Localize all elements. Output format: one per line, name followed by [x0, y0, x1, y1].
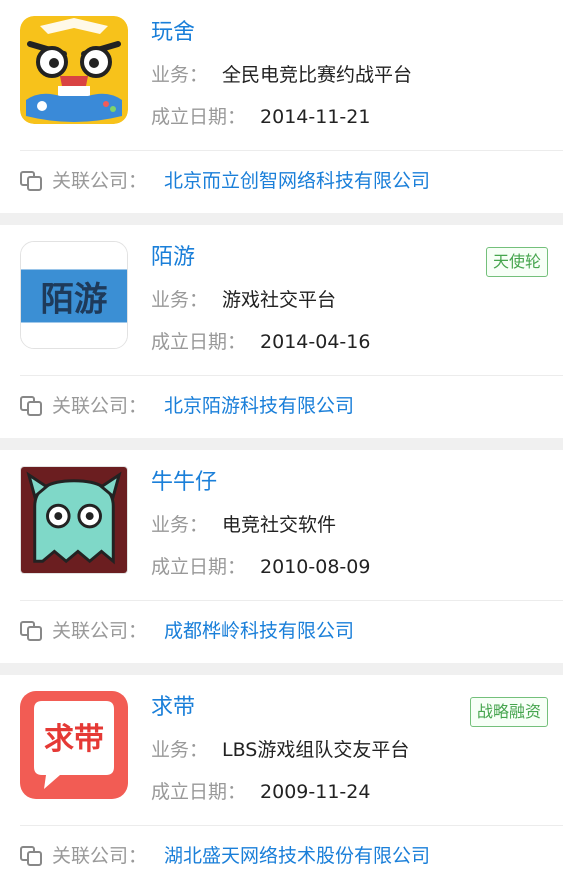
- company-name[interactable]: 陌游: [151, 243, 195, 273]
- related-company-link[interactable]: 北京而立创智网络科技有限公司: [164, 168, 430, 194]
- company-logo[interactable]: [20, 466, 128, 574]
- link-icon: [20, 846, 42, 866]
- link-icon: [20, 621, 42, 641]
- founded-value: 2009-11-24: [260, 781, 371, 803]
- company-list: 玩舍 业务： 全民电竞比赛约战平台 成立日期： 2014-11-21 关联公司： 北…: [0, 0, 563, 886]
- founded-row: 成立日期： 2014-11-21: [151, 104, 370, 130]
- speech-bubble-logo: 求带: [20, 691, 128, 799]
- related-company-row[interactable]: 关联公司： 北京而立创智网络科技有限公司: [0, 151, 563, 213]
- related-company-link[interactable]: 北京陌游科技有限公司: [164, 393, 354, 419]
- section-gap: [0, 438, 563, 450]
- moyou-text-logo: 陌游: [21, 242, 127, 348]
- business-row: 业务： 全民电竞比赛约战平台: [151, 62, 412, 88]
- company-name[interactable]: 求带: [151, 693, 195, 723]
- company-logo[interactable]: [20, 16, 128, 124]
- company-logo[interactable]: 陌游: [20, 241, 128, 349]
- related-label: 关联公司：: [52, 395, 148, 417]
- business-value: LBS游戏组队交友平台: [222, 739, 410, 761]
- business-row: 业务： 游戏社交平台: [151, 287, 336, 313]
- section-gap: [0, 663, 563, 675]
- founded-label: 成立日期：: [151, 781, 247, 803]
- link-icon: [20, 171, 42, 191]
- related-company-link[interactable]: 成都桦岭科技有限公司: [164, 618, 354, 644]
- company-card[interactable]: 陌游 陌游 天使轮 业务： 游戏社交平台 成立日期： 2014-04-16 关联公司…: [0, 225, 563, 438]
- company-card[interactable]: 牛牛仔 业务： 电竞社交软件 成立日期： 2010-08-09 关联公司： 成都桦岭…: [0, 450, 563, 663]
- ghost-icon: [21, 467, 127, 573]
- related-label: 关联公司：: [52, 845, 148, 867]
- founded-row: 成立日期： 2010-08-09: [151, 554, 370, 580]
- business-value: 全民电竞比赛约战平台: [222, 64, 413, 86]
- related-company-row[interactable]: 关联公司： 湖北盛天网络技术股份有限公司: [0, 826, 563, 886]
- company-name[interactable]: 牛牛仔: [151, 468, 217, 498]
- founded-value: 2014-11-21: [260, 106, 371, 128]
- founded-label: 成立日期：: [151, 331, 247, 353]
- founded-value: 2014-04-16: [260, 331, 371, 353]
- angry-face-gamepad-icon: [20, 16, 128, 124]
- related-label: 关联公司：: [52, 620, 148, 642]
- founded-label: 成立日期：: [151, 556, 247, 578]
- founded-row: 成立日期： 2009-11-24: [151, 779, 370, 805]
- funding-badge: 战略融资: [469, 697, 548, 727]
- related-company-row[interactable]: 关联公司： 北京陌游科技有限公司: [0, 376, 563, 438]
- business-value: 电竞社交软件: [222, 514, 337, 536]
- business-label: 业务：: [151, 739, 209, 761]
- related-label: 关联公司：: [52, 170, 148, 192]
- funding-badge: 天使轮: [485, 247, 548, 277]
- related-company-row[interactable]: 关联公司： 成都桦岭科技有限公司: [0, 601, 563, 663]
- business-row: 业务： 电竞社交软件: [151, 512, 336, 538]
- business-row: 业务： LBS游戏组队交友平台: [151, 737, 409, 763]
- company-card[interactable]: 求带 求带 战略融资 业务： LBS游戏组队交友平台 成立日期： 2009-11-2…: [0, 675, 563, 886]
- company-card[interactable]: 玩舍 业务： 全民电竞比赛约战平台 成立日期： 2014-11-21 关联公司： 北…: [0, 0, 563, 213]
- business-label: 业务：: [151, 514, 209, 536]
- related-company-link[interactable]: 湖北盛天网络技术股份有限公司: [164, 843, 430, 869]
- section-gap: [0, 213, 563, 225]
- founded-value: 2010-08-09: [260, 556, 371, 578]
- founded-row: 成立日期： 2014-04-16: [151, 329, 370, 355]
- company-logo[interactable]: 求带: [20, 691, 128, 799]
- founded-label: 成立日期：: [151, 106, 247, 128]
- business-value: 游戏社交平台: [222, 289, 337, 311]
- business-label: 业务：: [151, 289, 209, 311]
- logo-text: 求带: [44, 722, 104, 757]
- company-name[interactable]: 玩舍: [151, 18, 195, 48]
- business-label: 业务：: [151, 64, 209, 86]
- link-icon: [20, 396, 42, 416]
- logo-text: 陌游: [41, 280, 108, 319]
